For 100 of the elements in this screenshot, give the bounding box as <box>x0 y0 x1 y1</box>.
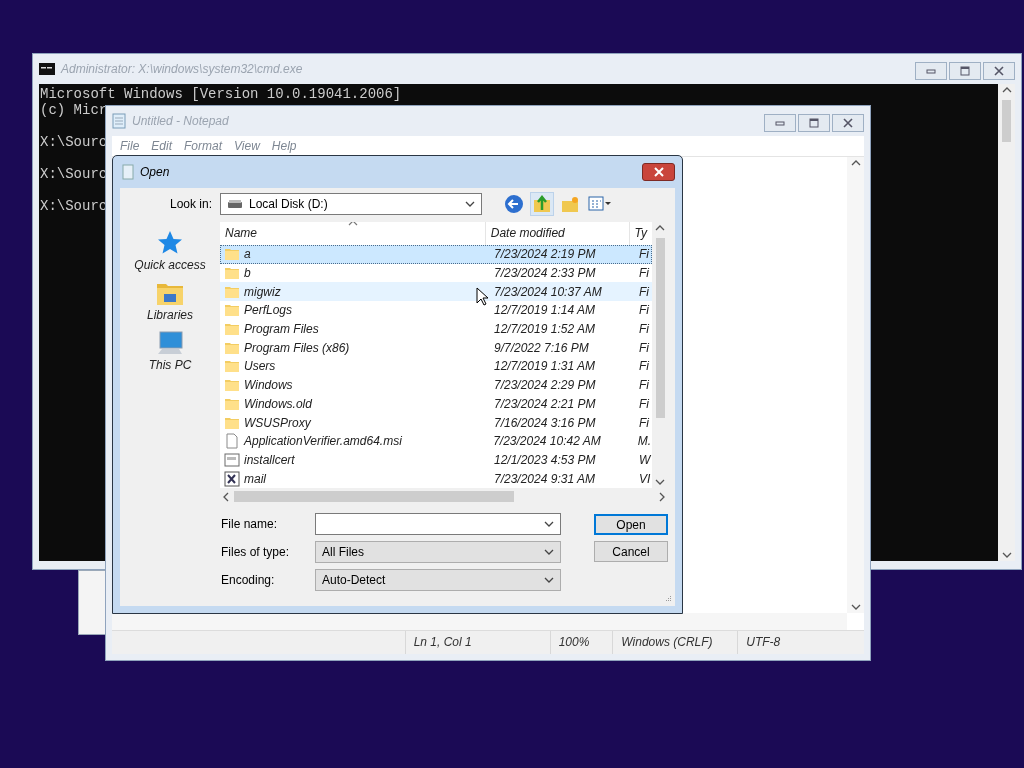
date-cell-text: 7/23/2024 10:37 AM <box>493 284 603 299</box>
back-button[interactable] <box>502 192 526 216</box>
file-name: Windows <box>244 378 293 393</box>
page-icon <box>122 164 134 180</box>
close-button[interactable] <box>832 114 864 132</box>
menu-item[interactable]: Edit <box>145 139 179 153</box>
type-cell-text: Fi <box>638 396 650 411</box>
close-icon <box>652 167 665 177</box>
console-line: Microsoft Windows [Version 10.0.19041.2006] <box>40 86 402 102</box>
file-name-field[interactable] <box>315 513 561 535</box>
resize-grip-icon[interactable] <box>664 595 672 603</box>
window-title: Untitled - Notepad <box>132 114 229 128</box>
file-row[interactable]: Program Files 12/7/2019 1:52 AM Fi <box>220 319 652 339</box>
file-row[interactable]: ApplicationVerifier.amd64.msi 7/23/2024 10:42 AM M. <box>220 431 652 451</box>
file-row[interactable]: Users 12/7/2019 1:31 AM Fi <box>220 357 652 376</box>
type-cell-text: W <box>638 452 651 467</box>
menu-item[interactable]: File <box>114 139 146 153</box>
folder-icon <box>224 246 240 263</box>
file-name: migwiz <box>244 284 281 299</box>
vertical-scrollbar[interactable] <box>998 84 1015 561</box>
date-cell-text: 7/23/2024 10:42 AM <box>492 434 602 449</box>
date-cell-text: 7/23/2024 2:33 PM <box>493 266 597 281</box>
menu-item[interactable]: Help <box>265 139 303 153</box>
file-name: WSUSProxy <box>244 415 311 430</box>
place-item[interactable]: This PC <box>148 330 192 372</box>
dialog-button[interactable]: Cancel <box>594 541 668 562</box>
date-cell-text: 7/23/2024 9:31 AM <box>493 471 596 486</box>
date-cell-text: 7/23/2024 2:21 PM <box>493 396 597 411</box>
file-name: ApplicationVerifier.amd64.msi <box>244 434 402 449</box>
notepad-icon <box>112 113 126 129</box>
menu-item[interactable]: View <box>228 139 266 153</box>
computer-icon <box>156 330 184 356</box>
certificate-file-icon <box>224 451 240 468</box>
file-row[interactable]: mail 7/23/2024 9:31 AM VI <box>220 469 652 488</box>
star-icon <box>156 230 184 256</box>
caret-icon <box>544 521 554 527</box>
default-button[interactable]: Open <box>594 514 668 535</box>
script-file-icon <box>224 470 240 487</box>
file-row[interactable]: installcert 12/1/2023 4:53 PM W <box>220 450 652 470</box>
date-cell-text: 12/7/2019 1:31 AM <box>493 359 596 374</box>
file-name: PerfLogs <box>244 303 293 318</box>
file-name: Windows.old <box>244 396 312 411</box>
up-folder-button[interactable] <box>530 192 554 216</box>
field-label: File name: <box>221 517 279 531</box>
place-item[interactable]: Libraries <box>147 280 193 322</box>
file-row[interactable]: a 7/23/2024 2:19 PM Fi <box>220 245 652 264</box>
look-in-dropdown[interactable]: Local Disk (D:) <box>220 193 482 215</box>
dropdown[interactable]: All Files <box>315 541 561 563</box>
date-cell-text: 12/1/2023 4:53 PM <box>493 452 597 467</box>
place-item[interactable]: Quick access <box>134 230 206 272</box>
scroll-thumb[interactable] <box>655 238 665 418</box>
menu-item[interactable]: Format <box>178 139 229 153</box>
up-folder-icon <box>532 194 552 214</box>
file-row[interactable]: b 7/23/2024 2:33 PM Fi <box>220 263 652 283</box>
close-button[interactable] <box>642 163 675 181</box>
type-cell-text: Fi <box>638 303 650 318</box>
file-name: b <box>244 266 251 281</box>
caret-icon <box>465 201 475 207</box>
maximize-icon <box>958 65 972 77</box>
file-name: installcert <box>244 452 295 467</box>
field-label: Encoding: <box>221 573 276 587</box>
type-cell-text: Fi <box>638 340 650 355</box>
type-cell-text: Fi <box>638 284 650 299</box>
horizontal-scrollbar[interactable] <box>112 613 847 630</box>
file-list[interactable] <box>220 222 668 505</box>
file-name: Users <box>244 359 276 374</box>
file-row[interactable]: PerfLogs 12/7/2019 1:14 AM Fi <box>220 301 652 320</box>
dialog-title: Open <box>140 165 170 179</box>
status-text: 100% <box>549 631 613 654</box>
type-cell-text: Fi <box>638 322 650 337</box>
file-row[interactable]: Program Files (x86) 9/7/2022 7:16 PM Fi <box>220 338 652 358</box>
scroll-thumb[interactable] <box>1002 100 1011 142</box>
folder-icon <box>224 302 240 319</box>
file-row[interactable]: migwiz 7/23/2024 10:37 AM Fi <box>220 282 652 302</box>
mouse-cursor-icon <box>476 287 488 306</box>
maximize-button[interactable] <box>798 114 830 132</box>
window-title: Administrator: X:\windows\system32\cmd.exe <box>61 62 303 76</box>
folder-icon <box>224 265 240 282</box>
type-cell-text: Fi <box>638 378 650 393</box>
close-button[interactable] <box>983 62 1015 80</box>
caret-icon <box>544 577 554 583</box>
vertical-scrollbar[interactable] <box>847 157 864 613</box>
file-row[interactable]: Windows 7/23/2024 2:29 PM Fi <box>220 375 652 395</box>
scroll-thumb[interactable] <box>234 491 514 502</box>
maximize-button[interactable] <box>949 62 981 80</box>
file-row[interactable]: Windows.old 7/23/2024 2:21 PM Fi <box>220 394 652 414</box>
console-icon <box>39 63 55 75</box>
dropdown[interactable]: Auto-Detect <box>315 569 561 591</box>
file-row[interactable]: WSUSProxy 7/16/2024 3:16 PM Fi <box>220 413 652 432</box>
type-cell-text: Fi <box>638 359 650 374</box>
file-icon <box>224 433 240 450</box>
back-icon <box>504 194 524 214</box>
status-text: UTF-8 <box>737 631 864 654</box>
drive-icon <box>227 199 243 209</box>
console-line: X:\Sourc <box>40 134 108 150</box>
status-text: Windows (CRLF) <box>612 631 738 654</box>
type-cell-text: Fi <box>638 266 650 281</box>
file-name: mail <box>244 471 266 486</box>
close-icon <box>992 65 1006 77</box>
field-label: Look in: <box>168 197 212 211</box>
